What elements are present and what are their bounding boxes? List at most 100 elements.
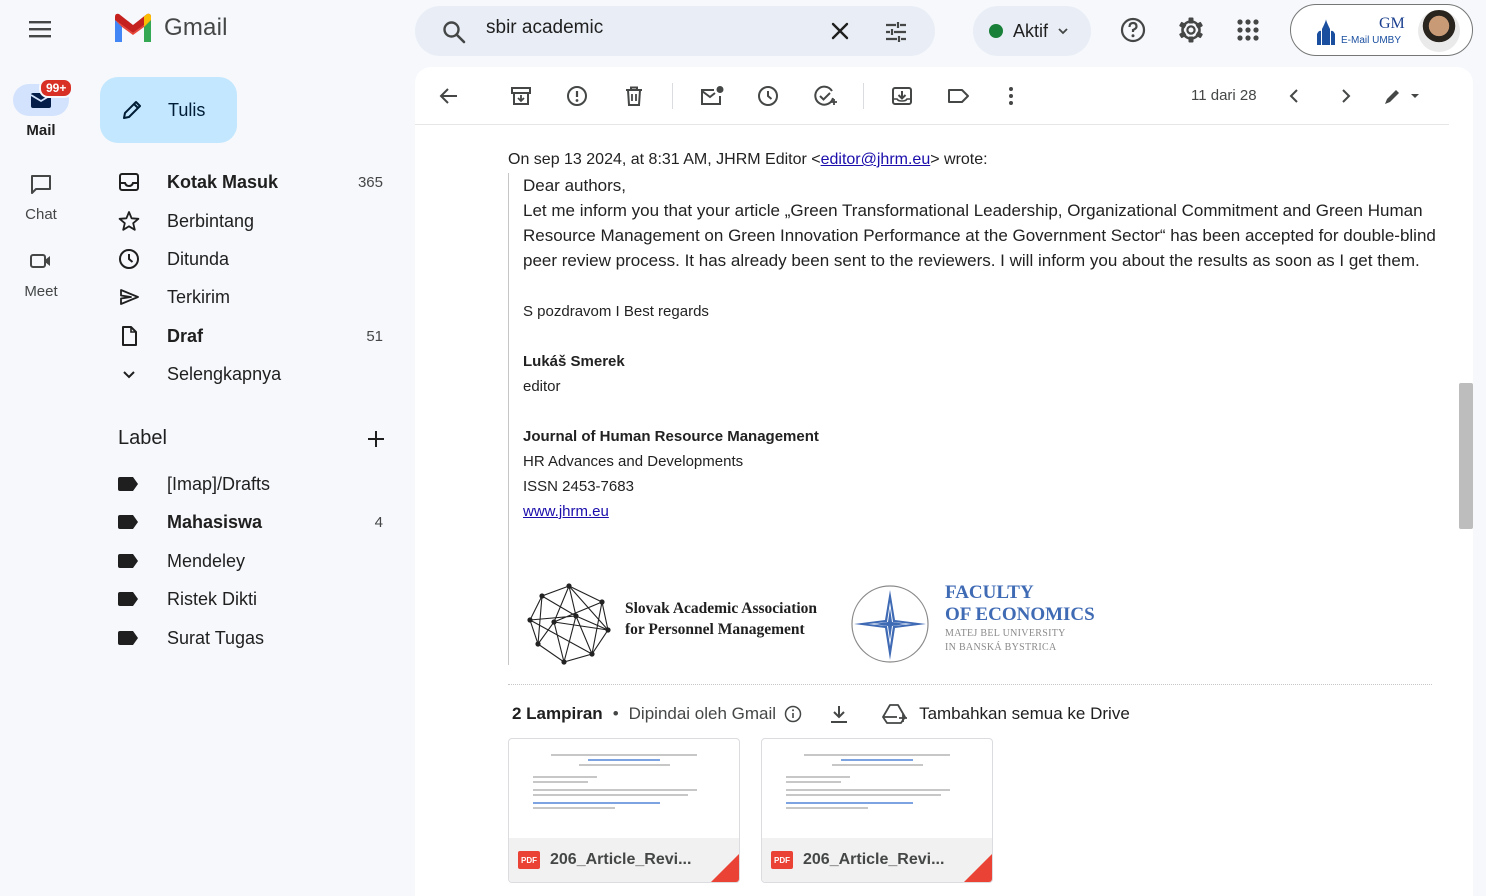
input-tools-icon[interactable] xyxy=(1381,85,1425,107)
attachments-divider xyxy=(508,684,1432,685)
snooze-clock-icon[interactable] xyxy=(756,85,780,107)
brand-bottom-text: E-Mail UMBY xyxy=(1341,35,1402,46)
nav-count: 51 xyxy=(366,327,383,345)
faculty-name-line-1: FACULTY xyxy=(945,582,1034,603)
add-to-drive-icon[interactable] xyxy=(881,702,909,726)
nav-item-starred[interactable]: Berbintang xyxy=(118,205,398,237)
apps-grid-icon[interactable] xyxy=(1233,15,1263,45)
download-all-icon[interactable] xyxy=(827,703,851,725)
add-to-tasks-icon[interactable] xyxy=(813,85,839,107)
pdf-icon: PDF xyxy=(771,851,793,869)
attachment-footer: PDF 206_Article_Revi... xyxy=(509,838,739,882)
toolbar-divider xyxy=(672,83,673,109)
nav-label: Draf xyxy=(167,325,204,346)
rail-meet[interactable]: Meet xyxy=(10,245,72,300)
rail-meet-label: Meet xyxy=(24,283,58,300)
attachment-card[interactable]: PDF 206_Article_Revi... xyxy=(508,738,740,883)
nav-item-sent[interactable]: Terkirim xyxy=(118,281,398,313)
signature-role: editor xyxy=(523,378,561,395)
pdf-icon: PDF xyxy=(518,851,540,869)
mark-unread-icon[interactable] xyxy=(699,85,725,107)
rail-mail-label: Mail xyxy=(26,122,56,139)
video-camera-icon xyxy=(30,254,50,268)
attachment-filename: 206_Article_Revi... xyxy=(550,851,692,868)
archive-icon[interactable] xyxy=(509,85,533,107)
back-arrow-icon[interactable] xyxy=(437,85,461,107)
message-body: Let me inform you that your article „Gre… xyxy=(523,201,1436,270)
label-tag-icon xyxy=(118,515,138,529)
chevron-down-icon xyxy=(1058,28,1068,35)
attachment-filename: 206_Article_Revi... xyxy=(803,851,945,868)
label-name: [Imap]/Drafts xyxy=(167,473,271,494)
sender-email-link[interactable]: editor@jhrm.eu xyxy=(821,151,931,168)
chevron-right-icon[interactable] xyxy=(1335,85,1357,107)
info-icon[interactable] xyxy=(783,704,803,724)
attachments-header: 2 Lampiran • Dipindai oleh Gmail Tambahk… xyxy=(512,702,1130,726)
nav-label: Berbintang xyxy=(167,210,255,231)
main-menu-button[interactable] xyxy=(22,14,58,44)
separator-dot: • xyxy=(612,704,619,723)
label-item[interactable]: Mendeley xyxy=(118,545,398,577)
attachment-preview xyxy=(762,739,992,839)
label-name: Ristek Dikti xyxy=(167,588,258,609)
scanned-label: Dipindai oleh Gmail xyxy=(628,704,777,723)
label-name: Mendeley xyxy=(167,550,246,571)
label-item[interactable]: Ristek Dikti xyxy=(118,583,398,615)
star-icon xyxy=(118,211,140,231)
label-icon[interactable] xyxy=(946,85,972,107)
more-vert-icon[interactable] xyxy=(1001,85,1021,107)
network-globe-logo-icon xyxy=(527,583,611,665)
faculty-compass-logo-icon xyxy=(851,585,929,663)
gmail-logo[interactable]: Gmail xyxy=(112,12,228,44)
search-input[interactable]: sbir academic xyxy=(486,17,603,39)
signature-logos: Slovak Academic Association for Personne… xyxy=(524,578,1124,668)
inbox-icon xyxy=(119,173,139,191)
settings-gear-icon[interactable] xyxy=(1176,15,1206,45)
status-dot xyxy=(989,24,1003,38)
rail-mail[interactable]: 99+ Mail xyxy=(10,78,74,139)
label-item[interactable]: Mahasiswa 4 xyxy=(118,506,398,538)
pager-text: 11 dari 28 xyxy=(1191,87,1257,104)
attachment-footer: PDF 206_Article_Revi... xyxy=(762,838,992,882)
label-tag-icon xyxy=(118,631,138,645)
rail-chat[interactable]: Chat xyxy=(10,168,72,223)
avatar[interactable] xyxy=(1418,10,1460,52)
journal-website-link[interactable]: www.jhrm.eu xyxy=(523,503,609,520)
delete-icon[interactable] xyxy=(622,85,646,107)
nav-label: Selengkapnya xyxy=(167,363,282,384)
close-icon[interactable] xyxy=(829,20,851,42)
faculty-name-line-2: OF ECONOMICS xyxy=(945,604,1095,625)
clock-icon xyxy=(119,249,139,269)
label-item[interactable]: Surat Tugas xyxy=(118,622,398,654)
nav-item-more[interactable]: Selengkapnya xyxy=(118,358,398,390)
attachment-card[interactable]: PDF 206_Article_Revi... xyxy=(761,738,993,883)
label-item[interactable]: [Imap]/Drafts xyxy=(118,468,398,500)
report-spam-icon[interactable] xyxy=(565,85,589,107)
label-name: Surat Tugas xyxy=(167,627,265,648)
add-to-drive-label[interactable]: Tambahkan semua ke Drive xyxy=(919,704,1130,724)
association-line-1: Slovak Academic Association xyxy=(625,600,818,617)
pdf-corner-fold xyxy=(964,854,992,882)
account-switcher[interactable]: GM E-Mail UMBY xyxy=(1290,4,1473,56)
filter-options-icon[interactable] xyxy=(883,19,909,45)
nav-label: Kotak Masuk xyxy=(167,171,279,192)
email-view: 11 dari 28 On sep 13 2024, at 8:31 AM, J… xyxy=(415,67,1473,896)
nav-item-drafts[interactable]: Draf 51 xyxy=(118,320,398,352)
move-to-icon[interactable] xyxy=(890,85,914,107)
journal-subtitle: HR Advances and Developments xyxy=(523,453,744,470)
association-line-2: for Personnel Management xyxy=(625,621,805,638)
labels-header: Label xyxy=(118,427,167,449)
nav-item-snoozed[interactable]: Ditunda xyxy=(118,243,398,275)
chevron-left-icon[interactable] xyxy=(1283,85,1305,107)
search-bar[interactable]: sbir academic xyxy=(415,6,935,56)
nav-label: Terkirim xyxy=(167,286,230,307)
add-label-icon[interactable] xyxy=(364,427,388,451)
compose-button[interactable]: Tulis xyxy=(100,77,237,143)
scrollbar-thumb[interactable] xyxy=(1459,383,1473,529)
status-selector[interactable]: Aktif xyxy=(973,6,1091,56)
app-name: Gmail xyxy=(164,14,228,41)
compose-label: Tulis xyxy=(168,99,206,120)
search-icon[interactable] xyxy=(441,19,467,45)
nav-item-inbox[interactable]: Kotak Masuk 365 xyxy=(118,166,398,198)
help-icon[interactable] xyxy=(1118,15,1148,45)
